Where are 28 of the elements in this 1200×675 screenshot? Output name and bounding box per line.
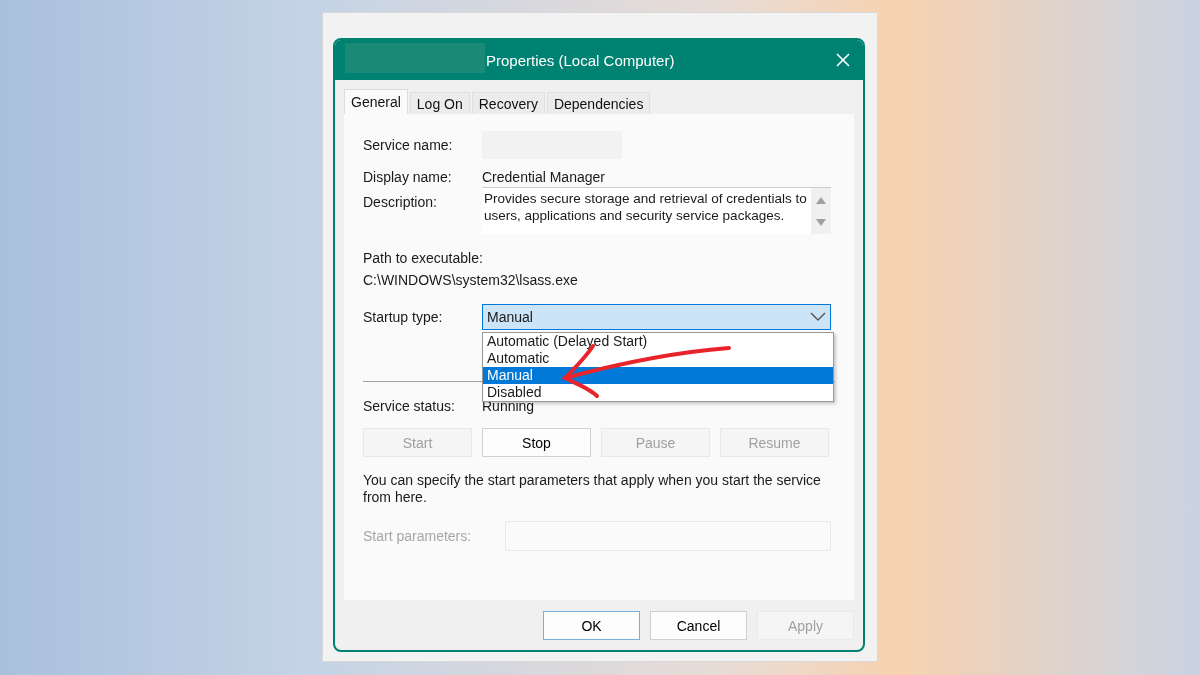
tab[interactable]: Recovery [471,92,545,114]
field-label: Display name: [363,169,453,185]
close-icon [836,53,850,67]
window-title: Properties (Local Computer) [486,51,675,69]
field-label: Path to executable: [363,250,484,267]
startup-type-dropdown[interactable]: Manual [482,304,831,330]
dropdown-option[interactable]: Disabled [483,384,833,401]
display-name-value: Credential Manager [482,169,605,185]
hint-text: You can specify the start parameters that apply when you start the service from here. [363,472,822,506]
service-button[interactable]: Stop [482,428,591,457]
field-label: Service status: [363,398,456,414]
description-text: Provides secure storage and retrieval of credentials to users, applications and security service packages. [483,190,808,225]
scroll-down-icon[interactable] [815,217,827,228]
path-value: C:\WINDOWS\system32\lsass.exe [363,272,579,289]
dropdown-option[interactable]: Manual [483,367,833,384]
dialog-button[interactable]: OK [543,611,640,640]
field-label: Startup type: [363,309,444,325]
field-label: Service name: [363,137,454,153]
chevron-down-icon [810,312,826,322]
tab[interactable]: Dependencies [546,92,651,114]
description-field[interactable]: Provides secure storage and retrieval of credentials to users, applications and security service packages. [482,187,831,234]
tab[interactable]: Log On [409,92,470,114]
tab[interactable]: General [344,89,408,114]
field-label: Start parameters: [363,528,473,544]
dialog-button[interactable]: Cancel [650,611,747,640]
field-label: Description: [363,194,438,210]
dropdown-option[interactable]: Automatic (Delayed Start) [483,333,833,350]
dropdown-option[interactable]: Automatic [483,350,833,367]
